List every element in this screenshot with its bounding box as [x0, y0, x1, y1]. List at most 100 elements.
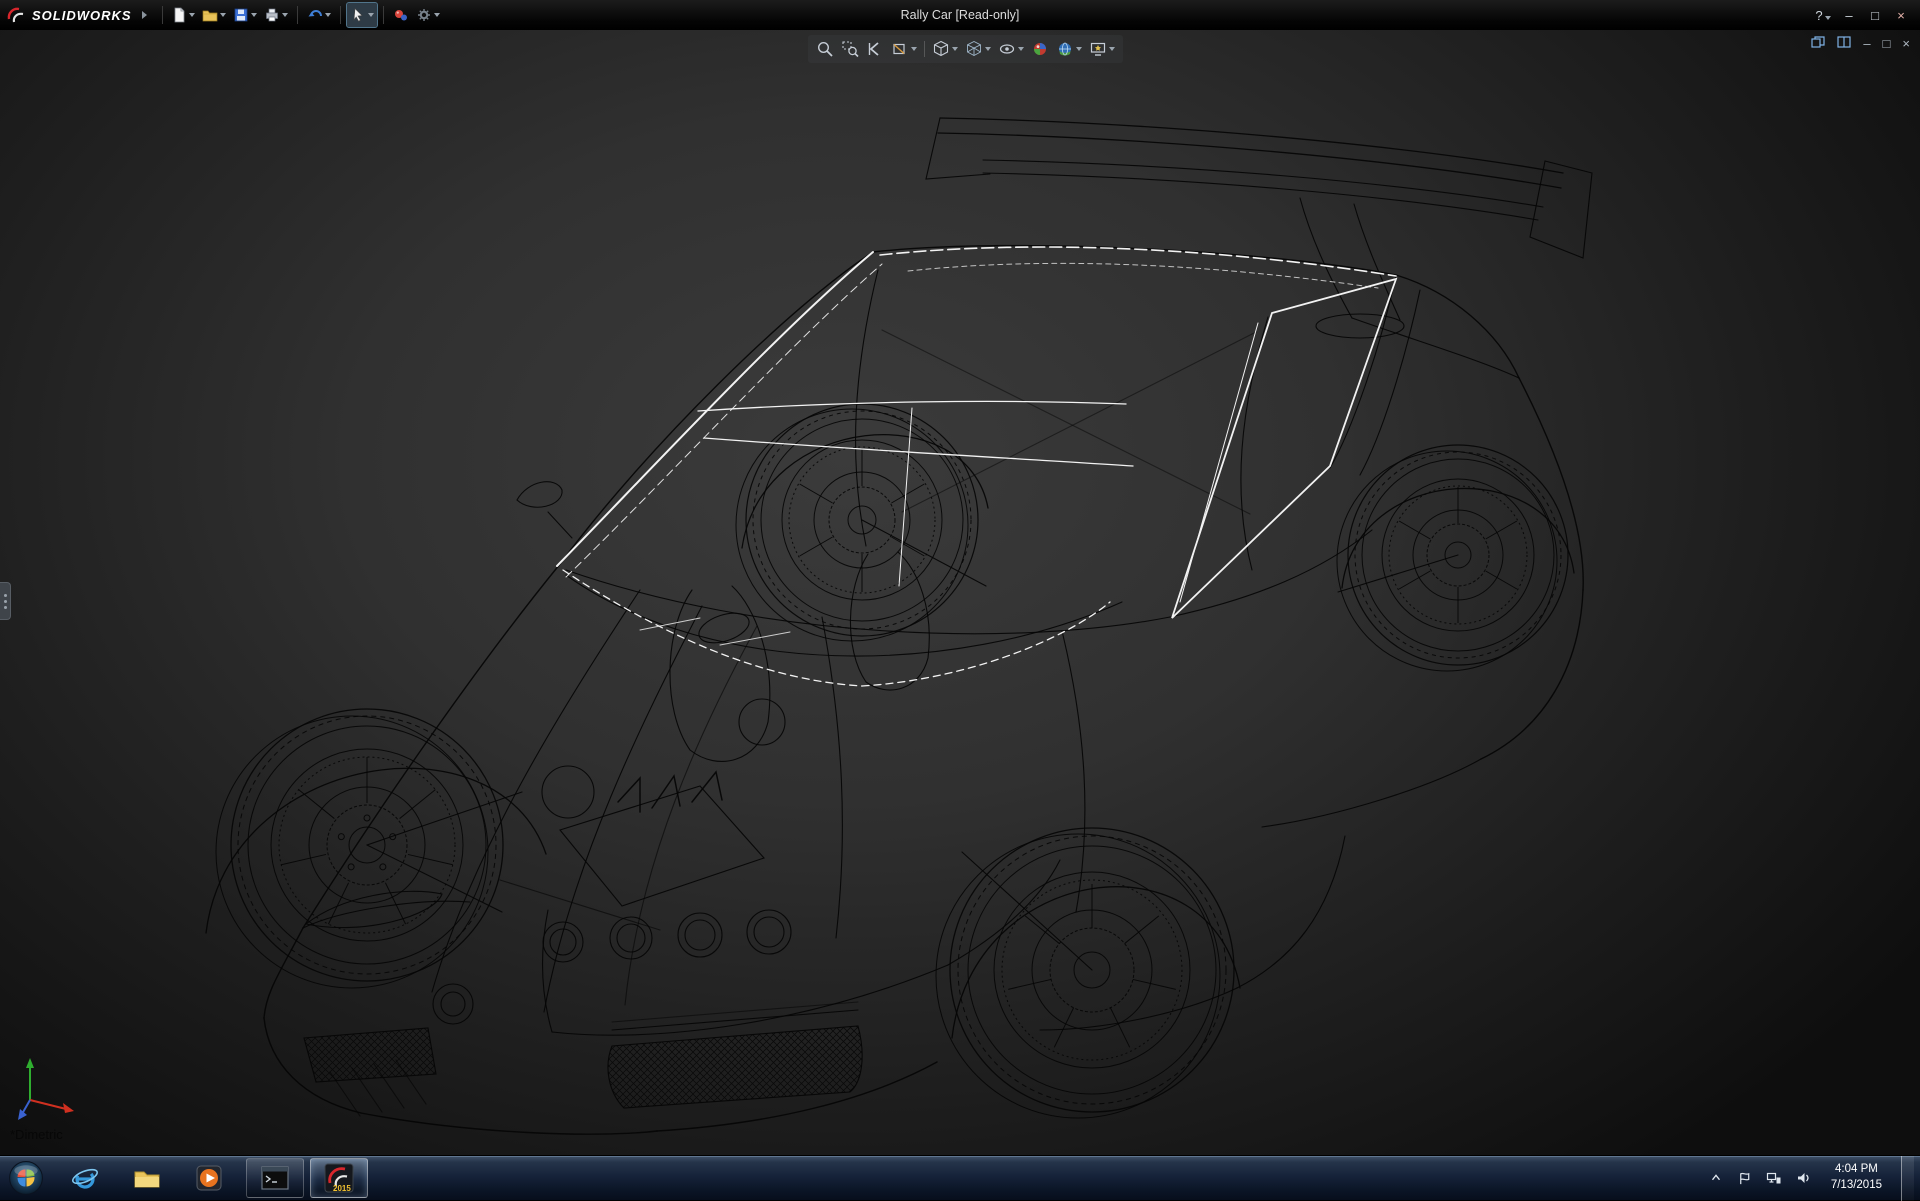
- options-gear-icon: [416, 7, 432, 23]
- separator: [297, 6, 298, 24]
- highlighted-edges: [557, 247, 1396, 686]
- network-icon: [1766, 1170, 1782, 1186]
- volume-icon: [1795, 1170, 1811, 1186]
- save-button[interactable]: [230, 3, 260, 27]
- system-tray: 4:04 PM 7/13/2015: [1707, 1156, 1920, 1201]
- edit-appearance-button[interactable]: [1031, 37, 1049, 61]
- media-player-icon: [194, 1163, 224, 1193]
- pinned-apps: [62, 1158, 232, 1198]
- section-view-icon: [891, 40, 909, 58]
- undo-icon: [307, 7, 323, 23]
- show-hidden-icons-arrow-icon: [1709, 1171, 1723, 1185]
- new-document-icon: [171, 7, 187, 23]
- command-prompt-icon: [261, 1166, 289, 1190]
- print-icon: [264, 7, 280, 23]
- previous-view-icon: [866, 40, 884, 58]
- cascade-windows-icon: [1811, 36, 1825, 48]
- doc-restore-button[interactable]: □: [1883, 37, 1891, 50]
- save-icon: [233, 7, 249, 23]
- wheel-front-right: [936, 828, 1234, 1118]
- internet-explorer-button[interactable]: [62, 1158, 108, 1198]
- apply-scene-button[interactable]: [1056, 37, 1082, 61]
- standard-toolbar: [168, 3, 443, 27]
- edit-appearance-ball-icon: [1031, 40, 1049, 58]
- minimize-button[interactable]: –: [1836, 6, 1862, 25]
- doc-minimize-button[interactable]: –: [1863, 37, 1870, 50]
- media-player-button[interactable]: [186, 1158, 232, 1198]
- action-center-flag-icon: [1737, 1171, 1752, 1186]
- file-explorer-button[interactable]: [124, 1158, 170, 1198]
- new-document-button[interactable]: [168, 3, 198, 27]
- wheel-front-left: [216, 709, 503, 988]
- select-tool-button[interactable]: [347, 3, 377, 27]
- doc-close-button[interactable]: ×: [1902, 37, 1910, 50]
- wheel-rear-left: [736, 404, 978, 641]
- zoom-to-fit-button[interactable]: [816, 37, 834, 61]
- taskbar: 2015: [0, 1155, 1920, 1200]
- wheel-rear-right: [1337, 445, 1568, 671]
- hide-show-items-button[interactable]: [998, 37, 1024, 61]
- window-controls: ? – □ ×: [1810, 6, 1920, 25]
- headsup-view-toolbar: [808, 35, 1123, 63]
- open-document-icon: [202, 7, 218, 23]
- solidworks-2015-icon: 2015: [324, 1163, 354, 1193]
- display-style-wireframe-icon: [965, 40, 983, 58]
- rally-car-wireframe: [0, 30, 1920, 1155]
- solidworks-logo-icon: [6, 5, 26, 25]
- undo-button[interactable]: [304, 3, 334, 27]
- featuremanager-collapsed-tab[interactable]: [0, 582, 11, 620]
- view-orientation-button[interactable]: [932, 37, 958, 61]
- clock-date: 7/13/2015: [1831, 1178, 1882, 1194]
- separator: [383, 6, 384, 24]
- separator: [162, 6, 163, 24]
- clock-time: 4:04 PM: [1831, 1162, 1882, 1178]
- display-style-button[interactable]: [965, 37, 991, 61]
- print-button[interactable]: [261, 3, 291, 27]
- titlebar: SOLIDWORKS: [0, 0, 1920, 30]
- appearances-icon: [393, 7, 409, 23]
- help-button[interactable]: ?: [1810, 6, 1836, 25]
- tile-windows-button[interactable]: [1837, 36, 1851, 51]
- separator: [340, 6, 341, 24]
- select-cursor-icon: [350, 7, 366, 23]
- close-button[interactable]: ×: [1888, 6, 1914, 25]
- document-window-controls: – □ ×: [1811, 36, 1910, 51]
- zoom-to-fit-icon: [816, 40, 834, 58]
- network-button[interactable]: [1765, 1166, 1783, 1190]
- solidworks-logo: SOLIDWORKS: [0, 5, 157, 25]
- brand-text: SOLIDWORKS: [32, 8, 132, 23]
- hide-show-eye-icon: [998, 40, 1016, 58]
- zoom-to-area-icon: [841, 40, 859, 58]
- solidworks-taskbar-button[interactable]: 2015: [310, 1158, 368, 1198]
- menu-flyout-arrow-icon[interactable]: [142, 11, 147, 19]
- graphics-area[interactable]: – □ × *Dimetric: [0, 30, 1920, 1155]
- action-center-button[interactable]: [1736, 1166, 1754, 1190]
- zoom-to-area-button[interactable]: [841, 37, 859, 61]
- view-settings-icon: [1089, 40, 1107, 58]
- windows-start-orb-icon: [8, 1160, 44, 1196]
- solidworks-version-badge: 2015: [333, 1184, 351, 1193]
- folder-icon: [132, 1163, 162, 1193]
- view-orientation-cube-icon: [932, 40, 950, 58]
- section-view-button[interactable]: [891, 37, 917, 61]
- start-button[interactable]: [4, 1156, 48, 1200]
- view-settings-button[interactable]: [1089, 37, 1115, 61]
- view-orientation-label: *Dimetric: [10, 1127, 63, 1142]
- separator: [924, 41, 925, 57]
- volume-button[interactable]: [1794, 1166, 1812, 1190]
- open-apps: 2015: [246, 1158, 368, 1198]
- options-button[interactable]: [413, 3, 443, 27]
- taskbar-clock[interactable]: 4:04 PM 7/13/2015: [1823, 1162, 1890, 1193]
- command-prompt-button[interactable]: [246, 1158, 304, 1198]
- apply-scene-globe-icon: [1056, 40, 1074, 58]
- open-document-button[interactable]: [199, 3, 229, 27]
- show-hidden-icons-button[interactable]: [1707, 1166, 1725, 1190]
- orientation-triad: [16, 1052, 86, 1127]
- cascade-windows-button[interactable]: [1811, 36, 1825, 51]
- tile-windows-icon: [1837, 36, 1851, 48]
- show-desktop-button[interactable]: [1901, 1156, 1914, 1201]
- previous-view-button[interactable]: [866, 37, 884, 61]
- maximize-button[interactable]: □: [1862, 6, 1888, 25]
- internet-explorer-icon: [70, 1163, 100, 1193]
- appearances-button[interactable]: [390, 3, 412, 27]
